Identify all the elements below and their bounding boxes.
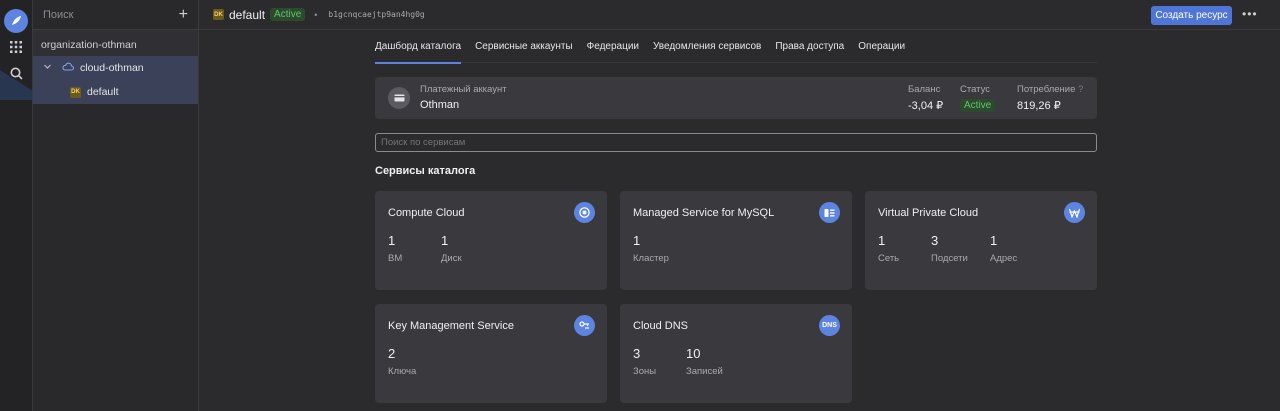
- metric-value: 1: [388, 233, 396, 248]
- billing-label: Платежный аккаунт: [420, 84, 507, 95]
- metric-subnets: 3 Подсети: [931, 233, 968, 264]
- dns-icon: DNS: [819, 315, 840, 336]
- metric-label: Кластер: [633, 253, 669, 264]
- card-title[interactable]: Cloud DNS: [633, 320, 688, 332]
- metric-records: 10 Записей: [686, 346, 723, 377]
- folder-badge-icon: DK: [70, 86, 81, 98]
- metric-address: 1 Адрес: [990, 233, 1017, 264]
- add-icon[interactable]: +: [179, 6, 188, 23]
- folder-tabs: Дашборд каталога Сервисные аккаунты Феде…: [375, 41, 1097, 64]
- metric-value: 3: [633, 346, 641, 361]
- metric-disk: 1 Диск: [441, 233, 462, 264]
- metric-label: Адрес: [990, 253, 1018, 264]
- folder-header: DK default Active • b1gcnqcaejtp9an4hg0g: [213, 8, 425, 22]
- balance-label: Баланс: [908, 84, 941, 95]
- cloud-icon: [62, 62, 75, 74]
- metric-cluster: 1 Кластер: [633, 233, 669, 264]
- service-card-vpc[interactable]: Virtual Private Cloud 1 Сеть 3 Подсети 1…: [865, 191, 1097, 290]
- tab-operations[interactable]: Операции: [858, 41, 905, 63]
- create-resource-button[interactable]: Создать ресурс: [1151, 6, 1232, 25]
- metric-keys: 2 Ключа: [388, 346, 416, 377]
- tab-dashboard[interactable]: Дашборд каталога: [375, 41, 462, 64]
- metric-value: 1: [633, 233, 641, 248]
- consumption-label: Потребление ?: [1017, 84, 1083, 95]
- sidebar-search[interactable]: Поиск +: [33, 0, 198, 30]
- service-card-mysql[interactable]: Managed Service for MySQL 1 Кластер: [620, 191, 852, 290]
- card-title[interactable]: Managed Service for MySQL: [633, 207, 774, 219]
- service-card-dns[interactable]: Cloud DNS DNS 3 Зоны 10 Записей: [620, 304, 852, 403]
- left-rail: [0, 0, 33, 411]
- metric-zones: 3 Зоны: [633, 346, 656, 377]
- compute-icon: [574, 202, 595, 223]
- sidebar-cloud-label: cloud-othman: [80, 62, 144, 74]
- tab-access-rights[interactable]: Права доступа: [775, 41, 844, 63]
- metric-label: Записей: [686, 366, 723, 377]
- metric-value: 1: [878, 233, 886, 248]
- metric-label: Диск: [441, 253, 462, 264]
- mysql-icon: [819, 202, 840, 223]
- sidebar-folder-label: default: [87, 86, 119, 98]
- metric-vm: 1 ВМ: [388, 233, 402, 264]
- service-card-kms[interactable]: Key Management Service 2 Ключа: [375, 304, 607, 403]
- metric-value: 10: [686, 346, 701, 361]
- sidebar-search-placeholder[interactable]: Поиск: [43, 9, 73, 21]
- sidebar-item-cloud[interactable]: cloud-othman: [33, 56, 198, 80]
- chevron-down-icon[interactable]: [43, 62, 52, 74]
- status-badge: Active: [270, 8, 306, 21]
- metric-value: 1: [441, 233, 449, 248]
- folder-badge-icon: DK: [213, 9, 224, 20]
- vpc-icon: [1064, 202, 1085, 223]
- metric-label: Зоны: [633, 366, 657, 377]
- top-bar: DK default Active • b1gcnqcaejtp9an4hg0g…: [199, 0, 1280, 30]
- billing-consumption: Потребление ? 819,26 ₽: [1017, 84, 1083, 112]
- consumption-label-text: Потребление: [1017, 84, 1076, 95]
- billing-balance: Баланс -3,04 ₽: [908, 84, 943, 112]
- credit-card-icon: [388, 87, 410, 109]
- service-card-compute[interactable]: Compute Cloud 1 ВМ 1 Диск: [375, 191, 607, 290]
- sidebar-organization[interactable]: organization-othman: [33, 30, 198, 56]
- tab-service-accounts[interactable]: Сервисные аккаунты: [475, 41, 573, 63]
- more-options-icon[interactable]: •••: [1242, 7, 1258, 21]
- metric-label: Подсети: [931, 253, 968, 264]
- folder-id[interactable]: b1gcnqcaejtp9an4hg0g: [328, 10, 424, 19]
- billing-account-card[interactable]: Платежный аккаунт Othman Баланс -3,04 ₽ …: [375, 77, 1097, 119]
- metric-label: Ключа: [388, 366, 417, 377]
- metric-network: 1 Сеть: [878, 233, 899, 264]
- metric-value: 2: [388, 346, 396, 361]
- bullet-separator: •: [314, 9, 318, 20]
- folder-title: default: [229, 7, 266, 22]
- billing-status: Статус Active: [960, 84, 996, 112]
- help-icon[interactable]: ?: [1078, 84, 1083, 95]
- service-search-input[interactable]: [375, 133, 1097, 152]
- card-title[interactable]: Key Management Service: [388, 320, 514, 332]
- kms-icon: [574, 315, 595, 336]
- resource-sidebar: Поиск + organization-othman cloud-othman…: [33, 0, 199, 411]
- status-wrap: Active: [960, 99, 996, 112]
- balance-value: -3,04 ₽: [908, 100, 944, 112]
- tab-federations[interactable]: Федерации: [587, 41, 639, 63]
- consumption-value: 819,26 ₽: [1017, 100, 1061, 112]
- status-label: Статус: [960, 84, 991, 95]
- card-title[interactable]: Compute Cloud: [388, 207, 464, 219]
- metric-label: ВМ: [388, 253, 403, 264]
- section-title: Сервисы каталога: [375, 165, 476, 177]
- billing-status-badge: Active: [960, 99, 996, 112]
- tab-notifications[interactable]: Уведомления сервисов: [653, 41, 761, 63]
- metric-value: 3: [931, 233, 939, 248]
- card-title[interactable]: Virtual Private Cloud: [878, 207, 978, 219]
- metric-label: Сеть: [878, 253, 900, 264]
- billing-account-name[interactable]: Othman: [420, 99, 459, 111]
- cloud-logo-icon[interactable]: [4, 9, 28, 33]
- metric-value: 1: [990, 233, 998, 248]
- sidebar-item-folder[interactable]: DK default: [33, 80, 198, 104]
- apps-grid-icon[interactable]: [7, 38, 25, 56]
